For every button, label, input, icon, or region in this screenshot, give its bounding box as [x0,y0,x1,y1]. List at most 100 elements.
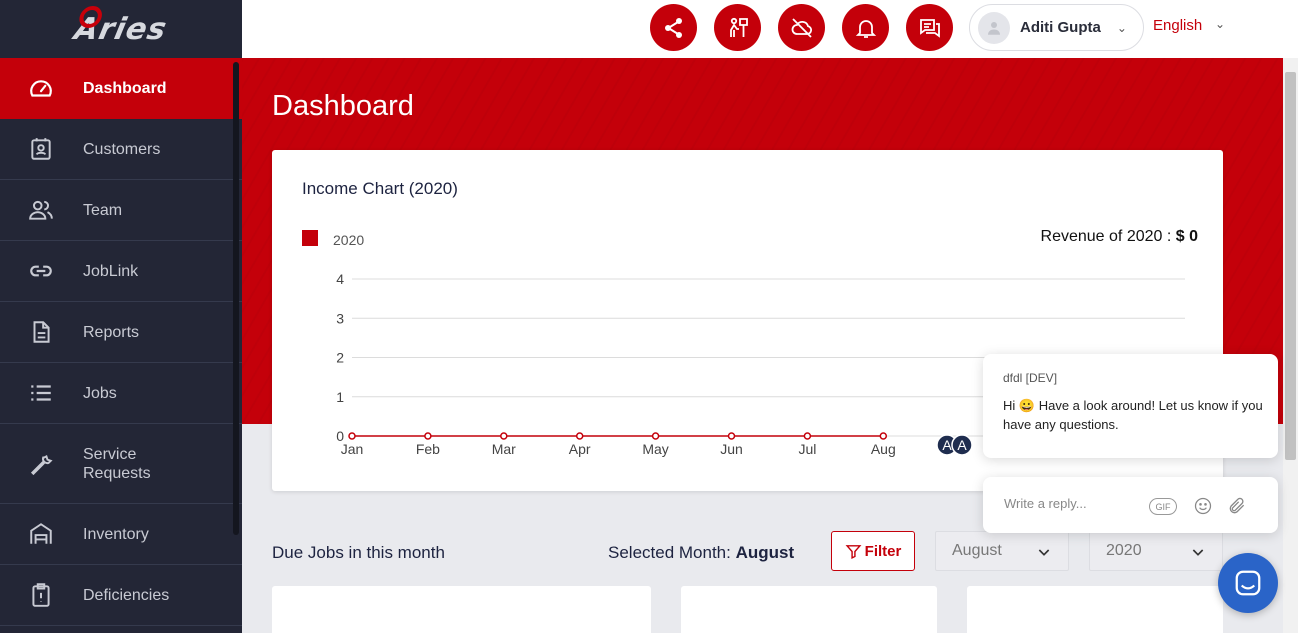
sidebar-item-reports[interactable]: Reports [0,302,242,363]
data-point[interactable] [348,432,356,440]
sidebar-item-deficiencies[interactable]: Deficiencies [0,565,242,626]
share-button[interactable] [650,4,697,51]
paperclip-icon[interactable] [1227,496,1247,516]
emoji-icon[interactable] [1193,496,1213,516]
x-tick-label: Jul [798,441,816,457]
filter-button[interactable]: Filter [831,531,915,571]
sidebar-item-jobs[interactable]: Jobs [0,363,242,424]
chat-launcher-button[interactable] [1218,553,1278,613]
sidebar: Aries Dashboard Customers Team JobLink R… [0,0,242,633]
sidebar-item-customers[interactable]: Customers [0,119,242,180]
x-tick-label: Feb [416,441,440,457]
data-point[interactable] [651,432,660,440]
x-tick-label: Aug [871,441,896,457]
filter-label: Filter [864,542,902,560]
scrollbar-thumb[interactable] [1285,72,1296,460]
selected-month-value: August [735,543,795,562]
share-icon [664,17,682,38]
chevron-down-icon[interactable]: ⌄ [1215,17,1225,31]
topbar: Aditi Gupta ⌄ English ⌄ [242,0,1315,58]
wrench-icon [0,451,83,477]
sidebar-item-label: Jobs [83,384,117,402]
due-jobs-title: Due Jobs in this month [272,543,445,562]
sidebar-item-dashboard[interactable]: Dashboard [0,58,242,119]
chat-reply-box[interactable]: Write a reply... GIF [983,477,1278,533]
page-title: Dashboard [272,90,414,122]
gif-button[interactable]: GIF [1149,498,1177,515]
x-tick-label: Jun [720,441,743,457]
data-point[interactable] [500,432,508,440]
selected-month-label: Selected Month: [608,543,731,562]
chat-message-bubble[interactable]: dfdl [DEV] Hi 😀 Have a look around! Let … [983,354,1278,458]
clipboard-alert-icon [0,582,83,608]
link-icon [0,258,83,284]
speedometer-icon [0,76,83,102]
year-select-value: 2020 [1106,542,1142,559]
language-selector[interactable]: English [1153,17,1202,34]
x-tick-label: Jan [341,441,364,457]
chat-icon [919,18,940,38]
y-tick-label: 2 [336,350,344,366]
chevron-down-icon [1192,549,1204,556]
logo[interactable]: Aries [0,0,242,58]
due-jobs-card [681,586,937,633]
sidebar-scrollbar[interactable] [233,62,239,535]
chevron-down-icon: ⌄ [1116,20,1127,35]
user-icon [988,21,1000,35]
reply-input[interactable]: Write a reply... [1004,496,1087,511]
grin-emoji-icon: 😀 [1018,398,1036,413]
messenger-icon [1235,570,1261,596]
y-tick-label: 1 [336,389,344,405]
sidebar-item-inventory[interactable]: Inventory [0,504,242,565]
chat-greeting: Hi [1003,398,1016,413]
sidebar-item-label: Service Requests [83,445,151,482]
document-icon [0,319,83,345]
x-tick-label: Mar [492,441,516,457]
sidebar-item-label: Inventory [83,525,149,543]
people-icon [0,197,83,223]
sidebar-item-service-requests[interactable]: Service Requests [0,424,242,504]
due-jobs-card [967,586,1223,633]
avatar-initial: A [942,437,952,453]
sidebar-item-joblink[interactable]: JobLink [0,241,242,302]
chevron-down-icon [1038,549,1050,556]
y-tick-label: 3 [336,310,344,326]
x-tick-label: Apr [569,441,591,457]
user-name: Aditi Gupta [1020,19,1101,36]
user-menu[interactable]: Aditi Gupta ⌄ [969,4,1144,51]
bell-icon [855,19,876,38]
list-icon [0,380,83,406]
avatar-initial: A [957,437,967,453]
sidebar-item-label: JobLink [83,262,139,280]
avatar [978,11,1010,44]
chat-message: Hi 😀 Have a look around! Let us know if … [1003,396,1263,434]
messages-button[interactable] [906,4,953,51]
cloud-off-button[interactable] [778,4,825,51]
chat-body: Have a look around! Let us know if you h… [1003,398,1263,432]
x-tick-label: May [642,441,668,457]
month-select-value: August [952,542,1002,559]
data-point[interactable] [575,432,584,440]
contact-card-icon [0,136,83,162]
data-point[interactable] [879,432,888,440]
month-select[interactable]: August [935,531,1069,571]
filter-icon [845,544,862,559]
sidebar-item-team[interactable]: Team [0,180,242,241]
notifications-button[interactable] [842,4,889,51]
data-point[interactable] [727,432,736,440]
window-edge [1298,0,1315,633]
page-scrollbar[interactable] [1283,58,1298,633]
sidebar-item-label: Deficiencies [83,586,170,604]
worker-button[interactable] [714,4,761,51]
worker-icon [729,17,748,37]
sidebar-item-label: Customers [83,140,161,158]
data-point[interactable] [803,432,812,440]
chat-sender: dfdl [DEV] [1003,371,1058,385]
sidebar-item-label: Dashboard [83,80,167,97]
due-jobs-card [272,586,651,633]
warehouse-icon [0,521,83,547]
cloud-off-icon [791,17,812,38]
data-point[interactable] [424,432,432,440]
year-select[interactable]: 2020 [1089,531,1223,571]
sidebar-item-label: Reports [83,323,140,341]
